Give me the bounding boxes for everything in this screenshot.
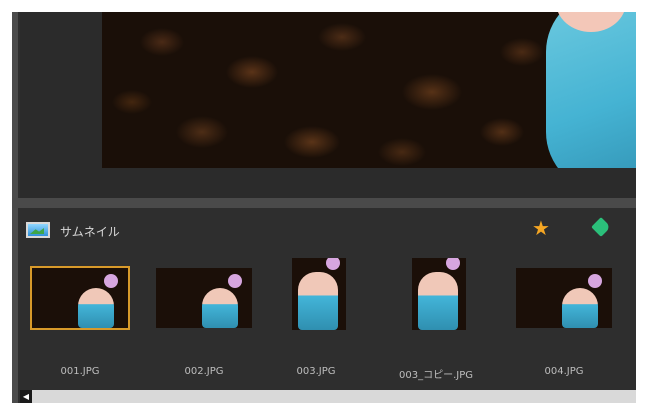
thumbnail-subject bbox=[202, 288, 238, 328]
thumbnail-subject bbox=[418, 272, 458, 330]
image-icon bbox=[26, 222, 50, 238]
thumbnail-image[interactable] bbox=[412, 258, 466, 330]
thumbnail-header: サムネイル ★ bbox=[20, 208, 636, 250]
thumbnail-item[interactable]: 002.JPG bbox=[144, 258, 254, 388]
image-viewer bbox=[20, 12, 636, 198]
thumbnail-subject bbox=[78, 288, 114, 328]
thumbnail-item[interactable]: 001.JPG bbox=[20, 258, 130, 388]
thumbnail-image[interactable] bbox=[516, 268, 612, 328]
thumbnail-filename: 004.JPG bbox=[544, 366, 584, 377]
preview-subject bbox=[546, 12, 636, 168]
thumbnail-strip: 001.JPG 002.JPG 003.JPG 003_コピー.JPG 004.… bbox=[20, 258, 636, 388]
thumbnail-image[interactable] bbox=[30, 266, 130, 330]
thumbnail-flower bbox=[104, 274, 118, 288]
tag-icon[interactable] bbox=[591, 217, 611, 237]
thumbnail-flower bbox=[588, 274, 602, 288]
thumbnail-panel: サムネイル ★ 001.JPG 002.JPG 003.JPG 003_コピー.… bbox=[20, 208, 636, 390]
thumbnail-flower bbox=[446, 258, 460, 270]
thumbnail-flower bbox=[228, 274, 242, 288]
thumbnail-subject bbox=[562, 288, 598, 328]
panel-splitter[interactable] bbox=[12, 198, 636, 208]
thumbnail-item[interactable]: 003.JPG bbox=[256, 258, 366, 388]
thumbnail-flower bbox=[326, 258, 340, 270]
thumbnail-filename: 002.JPG bbox=[184, 366, 224, 377]
thumbnail-filename: 003_コピー.JPG bbox=[399, 370, 473, 381]
preview-image[interactable] bbox=[102, 12, 636, 168]
thumbnail-image[interactable] bbox=[156, 268, 252, 328]
horizontal-scrollbar[interactable]: ◀ bbox=[20, 390, 636, 403]
thumbnail-filename: 003.JPG bbox=[296, 366, 336, 377]
thumbnail-subject bbox=[298, 272, 338, 330]
thumbnail-item[interactable]: 003_コピー.JPG bbox=[376, 258, 486, 388]
thumbnail-filename: 001.JPG bbox=[60, 366, 100, 377]
star-icon[interactable]: ★ bbox=[532, 218, 550, 238]
arrow-left-icon[interactable]: ◀ bbox=[20, 390, 32, 403]
thumbnail-item[interactable]: 004.JPG bbox=[504, 258, 614, 388]
thumbnail-image[interactable] bbox=[292, 258, 346, 330]
thumbnail-panel-title: サムネイル bbox=[60, 225, 120, 239]
thumbnail-item-partial[interactable] bbox=[624, 258, 636, 388]
